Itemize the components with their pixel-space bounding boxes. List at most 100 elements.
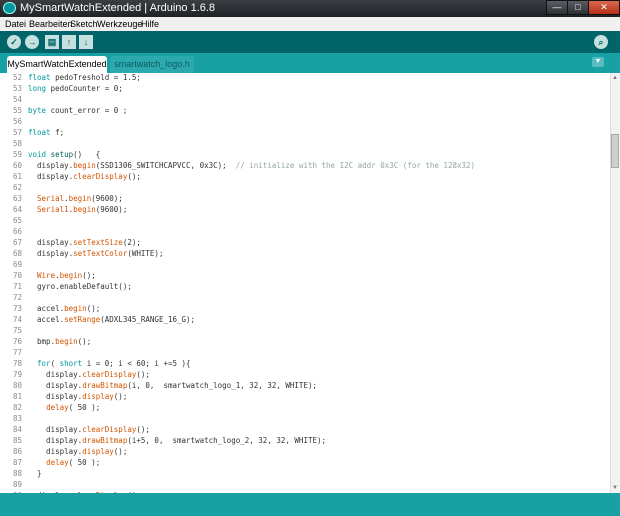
code-line[interactable]: 77 bbox=[0, 347, 610, 358]
code-token: (); bbox=[82, 271, 96, 280]
minimize-button[interactable]: — bbox=[546, 0, 568, 15]
code-line[interactable]: 88 } bbox=[0, 468, 610, 479]
code-line[interactable]: 82 delay( 50 ); bbox=[0, 402, 610, 413]
menu-sketch[interactable]: Sketch bbox=[70, 18, 98, 30]
code-token: (); bbox=[136, 370, 150, 379]
code-token: drawBitmap bbox=[82, 436, 128, 445]
serial-monitor-button[interactable]: ⌕ bbox=[594, 35, 608, 49]
line-number: 61 bbox=[12, 172, 22, 181]
code-line[interactable]: 65 bbox=[0, 215, 610, 226]
code-text: display.clearDisplay(); bbox=[28, 424, 150, 435]
code-line[interactable]: 62 bbox=[0, 182, 610, 193]
code-line[interactable]: 83 bbox=[0, 413, 610, 424]
code-token: float bbox=[28, 73, 51, 82]
menu-werkzeuge[interactable]: Werkzeuge bbox=[97, 18, 142, 30]
code-line[interactable]: 57 float f; bbox=[0, 127, 610, 138]
code-token: begin bbox=[73, 205, 96, 214]
menu-hilfe[interactable]: Hilfe bbox=[141, 18, 159, 30]
upload-button[interactable]: → bbox=[25, 35, 39, 49]
code-line[interactable]: 68 display.setTextColor(WHITE); bbox=[0, 248, 610, 259]
code-line[interactable]: 52 float pedoTreshold = 1.5; bbox=[0, 73, 610, 83]
code-line[interactable]: 74 accel.setRange(ADXL345_RANGE_16_G); bbox=[0, 314, 610, 325]
code-token: // initialize with the I2C addr 0x3C (fo… bbox=[235, 161, 476, 170]
tab-smartwatch-logo[interactable]: smartwatch_logo.h bbox=[110, 56, 194, 73]
code-line[interactable]: 78 for( short i = 0; i < 60; i +=5 ){ bbox=[0, 358, 610, 369]
code-line[interactable]: 75 bbox=[0, 325, 610, 336]
code-line[interactable]: 79 display.clearDisplay(); bbox=[0, 369, 610, 380]
line-number: 66 bbox=[12, 227, 22, 236]
verify-button[interactable]: ✓ bbox=[7, 35, 21, 49]
line-number: 54 bbox=[12, 95, 22, 104]
code-line[interactable]: 86 display.display(); bbox=[0, 446, 610, 457]
line-number: 70 bbox=[12, 271, 22, 280]
line-number: 55 bbox=[12, 106, 22, 115]
code-token: begin bbox=[68, 194, 92, 203]
code-text: display.clearDisplay(); bbox=[28, 171, 141, 182]
line-number: 74 bbox=[12, 315, 22, 324]
code-line[interactable]: 54 bbox=[0, 94, 610, 105]
code-token: display. bbox=[28, 447, 83, 456]
menu-bearbeiten[interactable]: Bearbeiten bbox=[29, 18, 73, 30]
code-line[interactable]: 56 bbox=[0, 116, 610, 127]
line-number: 56 bbox=[12, 117, 22, 126]
code-line[interactable]: 60 display.begin(SSD1306_SWITCHCAPVCC, 0… bbox=[0, 160, 610, 171]
code-token: short bbox=[59, 359, 83, 368]
code-line[interactable]: 59 void setup() { bbox=[0, 149, 610, 160]
new-sketch-button[interactable]: ▤ bbox=[45, 35, 59, 49]
code-text: float pedoTreshold = 1.5; bbox=[28, 73, 141, 83]
code-token: (i, 0, smartwatch_logo_1, 32, 32, WHITE)… bbox=[127, 381, 317, 390]
line-number: 53 bbox=[12, 84, 22, 93]
code-line[interactable]: 80 display.drawBitmap(i, 0, smartwatch_l… bbox=[0, 380, 610, 391]
code-token: ( bbox=[50, 359, 60, 368]
code-token: setup bbox=[50, 150, 74, 159]
line-number: 84 bbox=[12, 425, 22, 434]
code-token: delay bbox=[46, 458, 69, 467]
code-text: Wire.begin(); bbox=[28, 270, 96, 281]
code-line[interactable]: 55 byte count_error = 0 ; bbox=[0, 105, 610, 116]
close-button[interactable]: ✕ bbox=[588, 0, 620, 15]
code-token: setTextColor bbox=[73, 249, 128, 258]
code-line[interactable]: 58 bbox=[0, 138, 610, 149]
code-line[interactable]: 69 bbox=[0, 259, 610, 270]
code-line[interactable]: 89 bbox=[0, 479, 610, 490]
scroll-down-icon[interactable]: ▼ bbox=[611, 484, 619, 492]
code-line[interactable]: 70 Wire.begin(); bbox=[0, 270, 610, 281]
line-number: 88 bbox=[12, 469, 22, 478]
code-line[interactable]: 71 gyro.enableDefault(); bbox=[0, 281, 610, 292]
code-line[interactable]: 85 display.drawBitmap(i+5, 0, smartwatch… bbox=[0, 435, 610, 446]
tab-mysmartwatchextended[interactable]: MySmartWatchExtended bbox=[7, 56, 107, 73]
code-line[interactable]: 73 accel.begin(); bbox=[0, 303, 610, 314]
code-token: drawBitmap bbox=[82, 381, 128, 390]
code-token: display. bbox=[28, 238, 74, 247]
code-editor[interactable]: 52 float pedoTreshold = 1.5; 53 long pedoCo… bbox=[0, 73, 620, 493]
menu-datei[interactable]: Datei bbox=[5, 18, 26, 30]
code-token: display bbox=[82, 392, 114, 401]
code-text: void setup() { bbox=[28, 149, 100, 160]
code-token: (); bbox=[127, 172, 141, 181]
code-line[interactable]: 63 Serial.begin(9600); bbox=[0, 193, 610, 204]
code-line[interactable]: 76 bmp.begin(); bbox=[0, 336, 610, 347]
code-line[interactable]: 61 display.clearDisplay(); bbox=[0, 171, 610, 182]
code-token: (9600); bbox=[95, 205, 128, 214]
scroll-thumb[interactable] bbox=[611, 134, 619, 169]
code-line[interactable]: 72 bbox=[0, 292, 610, 303]
code-text: Serial.begin(9600); bbox=[28, 193, 123, 204]
tab-menu-chevron-icon[interactable]: ▼ bbox=[592, 57, 604, 67]
open-sketch-button[interactable]: ↑ bbox=[62, 35, 76, 49]
code-line[interactable]: 67 display.setTextSize(2); bbox=[0, 237, 610, 248]
code-token: gyro.enableDefault(); bbox=[28, 282, 132, 291]
code-token: begin bbox=[73, 161, 96, 170]
code-text: delay( 50 ); bbox=[28, 402, 100, 413]
maximize-button[interactable]: □ bbox=[567, 0, 589, 15]
code-line[interactable]: 87 delay( 50 ); bbox=[0, 457, 610, 468]
scroll-up-icon[interactable]: ▲ bbox=[611, 74, 619, 82]
code-line[interactable]: 53 long pedoCounter = 0; bbox=[0, 83, 610, 94]
code-line[interactable]: 64 Serial1.begin(9600); bbox=[0, 204, 610, 215]
code-line[interactable]: 81 display.display(); bbox=[0, 391, 610, 402]
code-line[interactable]: 66 bbox=[0, 226, 610, 237]
code-token: (); bbox=[136, 425, 150, 434]
code-line[interactable]: 84 display.clearDisplay(); bbox=[0, 424, 610, 435]
save-sketch-button[interactable]: ↓ bbox=[79, 35, 93, 49]
line-number: 65 bbox=[12, 216, 22, 225]
